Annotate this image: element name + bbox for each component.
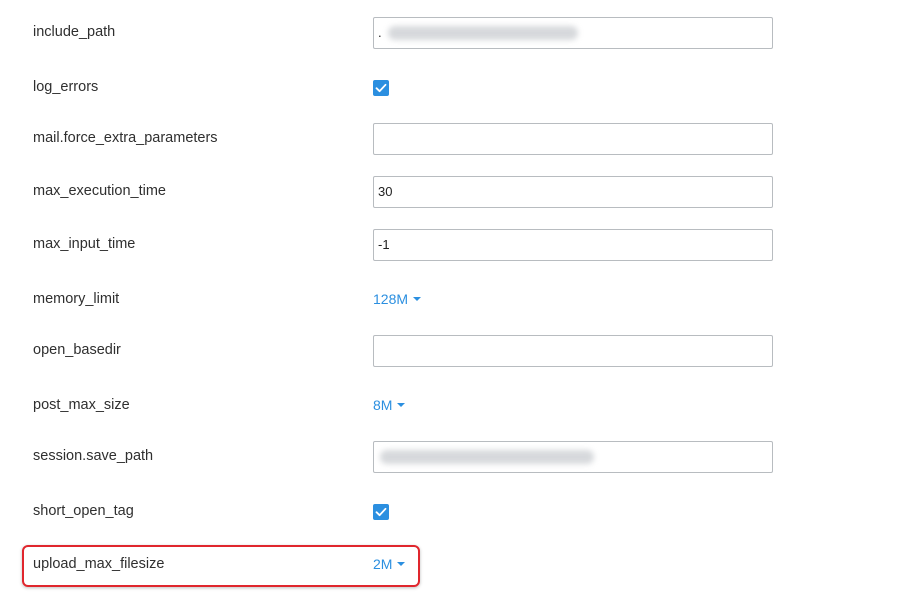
redacted-value — [388, 26, 578, 40]
post-max-size-dropdown[interactable]: 8M — [373, 397, 406, 413]
max-input-time-input[interactable]: -1 — [373, 229, 773, 261]
setting-label: post_max_size — [33, 397, 130, 413]
caret-down-icon — [397, 403, 406, 408]
setting-label: include_path — [33, 24, 116, 40]
setting-label: upload_max_filesize — [33, 556, 165, 572]
php-settings-panel: include_path . log_errors mail.force_ext… — [0, 0, 906, 598]
session-save-path-input[interactable] — [373, 441, 773, 473]
log-errors-checkbox[interactable] — [373, 80, 389, 96]
checkmark-icon — [375, 83, 387, 93]
dropdown-value: 128M — [373, 291, 409, 307]
input-value: 30 — [378, 184, 393, 199]
setting-label: mail.force_extra_parameters — [33, 130, 218, 146]
setting-label: memory_limit — [33, 291, 120, 307]
input-value: -1 — [378, 237, 390, 252]
dropdown-value: 2M — [373, 556, 393, 572]
setting-label: open_basedir — [33, 342, 121, 358]
caret-down-icon — [413, 297, 422, 302]
upload-max-filesize-dropdown[interactable]: 2M — [373, 556, 406, 572]
setting-label: max_execution_time — [33, 183, 166, 199]
mail-force-extra-parameters-input[interactable] — [373, 123, 773, 155]
include-path-input[interactable]: . — [373, 17, 773, 49]
setting-label: log_errors — [33, 79, 99, 95]
setting-label: short_open_tag — [33, 503, 134, 519]
setting-label: session.save_path — [33, 448, 154, 464]
memory-limit-dropdown[interactable]: 128M — [373, 291, 422, 307]
open-basedir-input[interactable] — [373, 335, 773, 367]
dropdown-value: 8M — [373, 397, 393, 413]
checkmark-icon — [375, 507, 387, 517]
redacted-value — [380, 450, 594, 464]
setting-label: max_input_time — [33, 236, 136, 252]
short-open-tag-checkbox[interactable] — [373, 504, 389, 520]
caret-down-icon — [397, 562, 406, 567]
input-value: . — [378, 25, 382, 40]
max-execution-time-input[interactable]: 30 — [373, 176, 773, 208]
